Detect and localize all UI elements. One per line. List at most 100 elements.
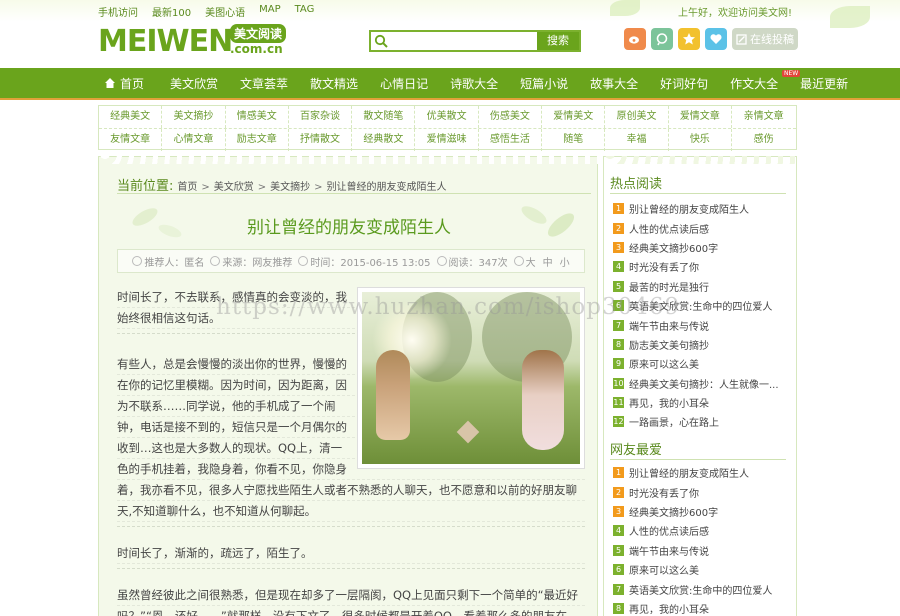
- nav-item-essays[interactable]: 作文大全: [730, 75, 778, 92]
- nav-item-poetry[interactable]: 诗歌大全: [450, 75, 498, 92]
- category-link[interactable]: 随笔: [542, 129, 606, 151]
- list-item[interactable]: 10 经典美文美句摘抄：人生就像一...: [613, 374, 791, 393]
- search-box: 搜索: [369, 30, 581, 52]
- category-link[interactable]: 爱情文章: [669, 106, 732, 128]
- category-link[interactable]: 百家杂谈: [289, 106, 353, 128]
- category-link[interactable]: 伤感美文: [479, 106, 543, 128]
- list-item[interactable]: 5 最苦的时光是独行: [613, 277, 791, 296]
- greeting-text: 上午好，欢迎访问美文网!: [677, 8, 792, 19]
- category-link[interactable]: 快乐: [669, 129, 732, 151]
- list-item[interactable]: 6 原来可以这么美: [613, 560, 791, 579]
- book-icon: [436, 256, 447, 266]
- category-link[interactable]: 亲情文章: [732, 106, 795, 128]
- article-title: 别让曾经的朋友变成陌生人: [247, 218, 451, 238]
- category-link[interactable]: 经典美文: [99, 106, 163, 128]
- font-medium-button[interactable]: 中: [543, 254, 553, 269]
- heart-icon[interactable]: [705, 28, 727, 50]
- list-item[interactable]: 8 励志美文美句摘抄: [613, 335, 791, 354]
- category-link[interactable]: 心情文章: [162, 129, 226, 151]
- list-item[interactable]: 3 经典美文摘抄600字: [613, 238, 791, 257]
- font-small-button[interactable]: 小: [560, 254, 570, 269]
- category-link[interactable]: 抒情散文: [289, 129, 353, 151]
- new-badge: NEW: [782, 70, 801, 77]
- nav-item-quotes[interactable]: 好词好句: [660, 75, 708, 92]
- category-link[interactable]: 散文随笔: [352, 106, 416, 128]
- font-size-control: 大 中 小: [513, 254, 570, 269]
- category-link[interactable]: 感伤: [732, 129, 795, 151]
- list-item[interactable]: 7 端午节由来与传说: [613, 315, 791, 334]
- breadcrumb-home[interactable]: 首页: [177, 178, 197, 193]
- category-grid: 经典美文 美文摘抄 情感美文 百家杂谈 散文随笔 优美散文 伤感美文 爱情美文 …: [98, 105, 797, 151]
- home-icon: [105, 78, 115, 88]
- list-item[interactable]: 3 经典美文摘抄600字: [613, 502, 791, 521]
- nav-item-diary[interactable]: 心情日记: [380, 75, 428, 92]
- nav-item-prose[interactable]: 散文精选: [310, 75, 358, 92]
- clock-icon: [298, 256, 309, 266]
- star-icon[interactable]: [678, 28, 700, 50]
- category-link[interactable]: 感悟生活: [479, 129, 543, 151]
- search-icon: [374, 34, 388, 48]
- search-input[interactable]: [393, 33, 533, 49]
- article-panel: 当前位置: 首页 > 美文欣赏 > 美文摘抄 > 别让曾经的朋友变成陌生人 别让…: [98, 156, 599, 616]
- list-item[interactable]: 6 英语美文欣赏:生命中的四位爱人: [613, 296, 791, 315]
- breadcrumb-category[interactable]: 美文欣赏: [214, 178, 254, 193]
- breadcrumb-lead: 当前位置:: [117, 179, 174, 194]
- category-link[interactable]: 励志文章: [226, 129, 289, 151]
- category-link[interactable]: 情感美文: [226, 106, 289, 128]
- list-item[interactable]: 1 别让曾经的朋友变成陌生人: [613, 199, 791, 218]
- breadcrumb-subcategory[interactable]: 美文摘抄: [270, 178, 310, 193]
- meta-time: 时间：2015-06-15 13:05: [298, 254, 431, 269]
- favorites-title: 网友最爱: [610, 443, 663, 458]
- top-link-tag[interactable]: TAG: [295, 4, 315, 19]
- category-link[interactable]: 幸福: [605, 129, 669, 151]
- nav-item-meiwen[interactable]: 美文欣赏: [170, 75, 218, 92]
- location-icon: [210, 256, 221, 266]
- list-item[interactable]: 4 人性的优点读后感: [613, 521, 791, 540]
- nav-home-label: 首页: [120, 76, 145, 91]
- article-image: [357, 287, 585, 469]
- top-link-latest[interactable]: 最新100: [152, 4, 191, 19]
- list-item[interactable]: 11 再见，我的小耳朵: [613, 393, 791, 412]
- list-item[interactable]: 7 英语美文欣赏:生命中的四位爱人: [613, 579, 791, 598]
- list-item[interactable]: 9 原来可以这么美: [613, 354, 791, 373]
- category-link[interactable]: 原创美文: [605, 106, 669, 128]
- category-link[interactable]: 经典散文: [352, 129, 416, 151]
- top-bar: 手机访问 最新100 美图心语 MAP TAG 上午好，欢迎访问美文网!: [0, 0, 900, 28]
- gear-icon: [513, 256, 524, 266]
- nav-item-articles[interactable]: 文章荟萃: [240, 75, 288, 92]
- nav-item-stories[interactable]: 故事大全: [590, 75, 638, 92]
- category-row: 经典美文 美文摘抄 情感美文 百家杂谈 散文随笔 优美散文 伤感美文 爱情美文 …: [99, 106, 796, 128]
- logo-domain: .com.cn: [230, 42, 283, 56]
- weibo-icon[interactable]: [624, 28, 646, 50]
- list-item[interactable]: 8 再见，我的小耳朵: [613, 599, 791, 616]
- logo-cn-label: 美文阅读: [230, 24, 287, 43]
- list-item[interactable]: 2 人性的优点读后感: [613, 218, 791, 237]
- search-button[interactable]: 搜索: [537, 32, 579, 50]
- meta-source: 来源：网友推荐: [210, 254, 292, 269]
- nav-item-recent[interactable]: 最近更新: [800, 75, 848, 92]
- category-link[interactable]: 优美散文: [415, 106, 479, 128]
- breadcrumb-current: 别让曾经的朋友变成陌生人: [326, 182, 447, 193]
- top-link-gallery[interactable]: 美图心语: [205, 4, 245, 19]
- font-large-button[interactable]: 大: [526, 254, 536, 269]
- list-item[interactable]: 5 端午节由来与传说: [613, 541, 791, 560]
- site-logo[interactable]: MEIWEN 美文阅读 .com.cn: [98, 22, 298, 62]
- tqq-icon[interactable]: [651, 28, 673, 50]
- user-icon: [132, 256, 143, 266]
- list-item[interactable]: 1 别让曾经的朋友变成陌生人: [613, 463, 791, 482]
- nav-home[interactable]: 首页: [104, 75, 144, 92]
- list-item[interactable]: 4 时光没有丢了你: [613, 257, 791, 276]
- category-link[interactable]: 友情文章: [99, 129, 163, 151]
- submit-label: 在线投稿: [750, 33, 794, 46]
- category-link[interactable]: 爱情美文: [542, 106, 606, 128]
- edit-icon: [736, 33, 747, 45]
- category-link[interactable]: 美文摘抄: [162, 106, 226, 128]
- top-link-mobile[interactable]: 手机访问: [98, 4, 138, 19]
- nav-item-novel[interactable]: 短篇小说: [520, 75, 568, 92]
- list-item[interactable]: 2 时光没有丢了你: [613, 482, 791, 501]
- top-link-map[interactable]: MAP: [259, 4, 281, 19]
- category-link[interactable]: 爱情滋味: [415, 129, 479, 151]
- article-paragraph: 虽然曾经彼此之间很熟悉，但是现在却多了一层隔阂，QQ上见面只剩下一个简单的“最近…: [117, 585, 585, 616]
- list-item[interactable]: 12 一路画景，心在路上: [613, 412, 791, 431]
- submit-article-button[interactable]: 在线投稿: [732, 28, 798, 50]
